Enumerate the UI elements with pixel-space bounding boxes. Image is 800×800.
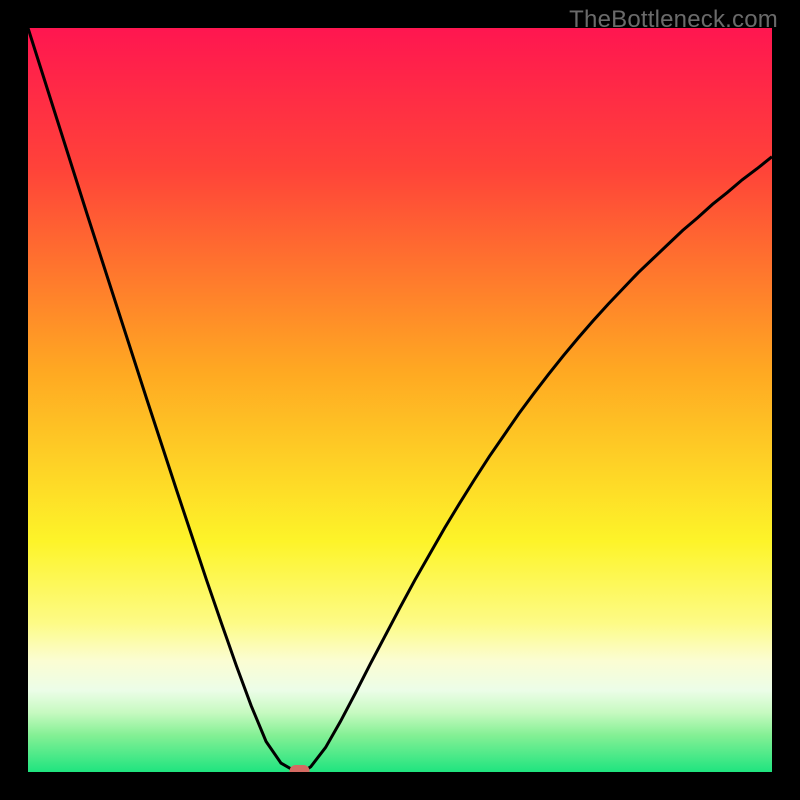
chart-background — [28, 28, 772, 772]
chart-plot-area — [28, 28, 772, 772]
watermark-text: TheBottleneck.com — [569, 6, 778, 34]
chart-svg — [28, 28, 772, 772]
optimal-marker — [290, 765, 310, 772]
